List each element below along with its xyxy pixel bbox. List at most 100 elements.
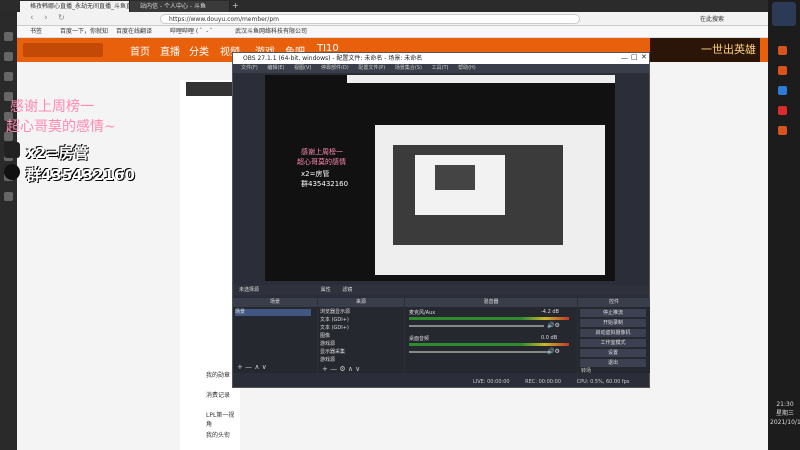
bookmark-item[interactable]: 武汉斗鱼网络科技有限公司 <box>235 26 307 38</box>
overlay-thanks-line1: 感谢上周榜一 <box>10 99 94 115</box>
scenes-dock-header: 场景 <box>233 298 317 307</box>
mixer-track-name: 桌面音频 <box>409 336 430 342</box>
sidebar-icon[interactable] <box>4 72 13 81</box>
obs-preview[interactable]: 感谢上周榜一 超心哥莫的感情 x2=房管 群435432160 <box>265 75 615 281</box>
obs-menu-bar: 文件(F) 编辑(E) 视图(V) 停靠部件(D) 配置文件(P) 场景集合(S… <box>233 64 649 73</box>
game-ad-banner[interactable]: 一世出英雄 <box>650 38 760 62</box>
app-icon[interactable] <box>778 106 787 115</box>
menu-profile[interactable]: 配置文件(P) <box>358 65 385 71</box>
volume-slider[interactable] <box>409 325 544 327</box>
properties-button[interactable]: 属性 <box>321 287 331 293</box>
source-item[interactable]: 图像 <box>320 333 396 340</box>
browser-tab-1[interactable]: 格孜韩娜心直播_永劫无间直播_斗鱼直 <box>20 1 130 12</box>
menu-edit[interactable]: 编辑(E) <box>267 65 284 71</box>
cpu-status: CPU: 0.5%, 60.00 fps <box>576 379 630 385</box>
side-link-lpl[interactable]: LPL第一视角 <box>206 410 240 428</box>
stop-streaming-button[interactable]: 停止推流 <box>580 309 646 317</box>
menu-tools[interactable]: 工具(T) <box>432 65 449 71</box>
sidebar-icon[interactable] <box>4 32 13 41</box>
bookmark-item[interactable]: 百度一下，你就知 <box>60 26 108 38</box>
obs-status-bar: LIVE: 00:00:00 REC: 00:00:00 CPU: 0.5%, … <box>233 377 649 387</box>
app-icon[interactable] <box>778 86 787 95</box>
nav-category[interactable]: 分类 <box>189 43 209 58</box>
mixer-dock: 麦克风/Aux -4.2 dB 🔊⚙ 桌面音频 0.0 dB 🔊⚙ <box>405 307 577 373</box>
close-icon[interactable]: ✕ <box>641 53 647 61</box>
sidebar-icon[interactable] <box>4 52 13 61</box>
exit-button[interactable]: 退出 <box>580 359 646 367</box>
add-scene-icon[interactable]: + — ∧ ∨ <box>237 363 267 371</box>
mixer-track-db: -4.2 dB <box>541 309 559 315</box>
sidebar-icon[interactable] <box>4 192 13 201</box>
app-icon[interactable] <box>778 66 787 75</box>
avatar[interactable] <box>772 2 796 26</box>
source-item[interactable]: 文本 (GDI+) <box>320 325 396 332</box>
search-box[interactable]: 在此搜索 <box>700 14 724 23</box>
source-item[interactable]: 浏览器显示源 <box>320 309 396 316</box>
bookmark-item[interactable]: 书签 <box>30 26 42 38</box>
obs-window: OBS 27.1.1 (64-bit, windows) - 配置文件: 未命名… <box>232 52 650 388</box>
douyu-logo[interactable] <box>23 43 103 57</box>
clock-date: 2021/10/13 <box>770 419 800 426</box>
url-field[interactable]: https://www.douyu.com/member/pm <box>160 14 580 24</box>
sources-dock: 浏览器显示源 文本 (GDI+) 文本 (GDI+) 图像 游戏源 显示器采集 … <box>318 307 404 373</box>
speaker-icon[interactable]: 🔊⚙ <box>547 348 560 355</box>
app-icon[interactable] <box>778 126 787 135</box>
new-tab-icon[interactable]: + <box>232 1 239 10</box>
left-sidebar <box>0 12 17 450</box>
menu-help[interactable]: 帮助(H) <box>458 65 476 71</box>
menu-view[interactable]: 视图(V) <box>294 65 311 71</box>
speaker-icon[interactable]: 🔊⚙ <box>547 322 560 329</box>
preview-nested-page <box>347 75 615 83</box>
mixer-track-name: 麦克风/Aux <box>409 310 436 316</box>
controls-dock: 停止推流 开始录制 启动虚拟摄像机 工作室模式 设置 退出 <box>578 307 650 373</box>
controls-dock-header: 控件 <box>578 298 650 307</box>
source-item[interactable]: 游戏源 <box>320 357 396 364</box>
bookmarks-bar: 书签 百度一下，你就知 百度在线翻译 哔哩哔哩 ( ゜- ゜ 武汉斗鱼网络科技有… <box>0 26 800 38</box>
maximize-icon[interactable]: □ <box>631 53 638 61</box>
side-link-titles[interactable]: 我的头衔 <box>206 430 230 439</box>
back-icon[interactable]: ‹ <box>30 13 34 23</box>
reload-icon[interactable]: ↻ <box>58 13 65 22</box>
preview-nested-obs <box>435 165 475 190</box>
add-source-icon[interactable]: + — ⚙ ∧ ∨ <box>322 365 360 373</box>
minimize-icon[interactable]: — <box>621 54 628 62</box>
scene-item[interactable]: 场景 <box>235 309 311 316</box>
menu-file[interactable]: 文件(F) <box>241 65 258 71</box>
address-bar: ‹ › ↻ https://www.douyu.com/member/pm 在此… <box>0 12 800 26</box>
clock-time: 21:30 <box>776 401 794 408</box>
side-link-spending[interactable]: 消费记录 <box>206 390 230 399</box>
studio-mode-button[interactable]: 工作室模式 <box>580 339 646 347</box>
source-item[interactable]: 游戏源 <box>320 341 396 348</box>
sources-dock-header: 来源 <box>318 298 404 307</box>
audio-meter <box>409 317 569 320</box>
browser-tab-2[interactable]: 站内信 - 个人中心 - 斗鱼 <box>130 1 230 12</box>
admin-icon <box>4 142 20 158</box>
start-recording-button[interactable]: 开始录制 <box>580 319 646 327</box>
bookmark-item[interactable]: 哔哩哔哩 ( ゜- ゜ <box>170 26 216 38</box>
volume-slider[interactable] <box>409 351 549 353</box>
source-item[interactable]: 显示器采集 <box>320 349 396 356</box>
app-icon[interactable] <box>778 46 787 55</box>
nav-live[interactable]: 直播 <box>160 43 180 58</box>
right-sidebar <box>768 0 800 450</box>
browser-tab-bar: 格孜韩娜心直播_永劫无间直播_斗鱼直 站内信 - 个人中心 - 斗鱼 + <box>0 0 800 12</box>
overlay-qq-group: 群435432160 <box>26 166 135 184</box>
overlay-admins: x2=房管 <box>26 144 89 162</box>
virtual-camera-button[interactable]: 启动虚拟摄像机 <box>580 329 646 337</box>
nav-home[interactable]: 首页 <box>130 43 150 58</box>
system-clock[interactable]: 21:30 星期三 2021/10/13 <box>770 400 800 427</box>
transitions-tab[interactable]: 转场 <box>581 367 591 374</box>
settings-button[interactable]: 设置 <box>580 349 646 357</box>
bookmark-item[interactable]: 百度在线翻译 <box>116 26 152 38</box>
menu-docks[interactable]: 停靠部件(D) <box>321 65 349 71</box>
overlay-thanks-line2: 超心哥莫的感情~ <box>6 119 116 135</box>
source-item[interactable]: 文本 (GDI+) <box>320 317 396 324</box>
no-source-label: 未选择源 <box>239 287 260 293</box>
live-status: LIVE: 00:00:00 <box>473 379 510 385</box>
forward-icon[interactable]: › <box>44 13 48 23</box>
source-toolbar: 未选择源 属性 滤镜 <box>233 285 649 295</box>
filters-button[interactable]: 滤镜 <box>342 287 352 293</box>
obs-title-bar: OBS 27.1.1 (64-bit, windows) - 配置文件: 未命名… <box>233 53 649 64</box>
menu-scene-collection[interactable]: 场景集合(S) <box>395 65 422 71</box>
side-link-medals[interactable]: 我的勋章 <box>206 370 230 379</box>
